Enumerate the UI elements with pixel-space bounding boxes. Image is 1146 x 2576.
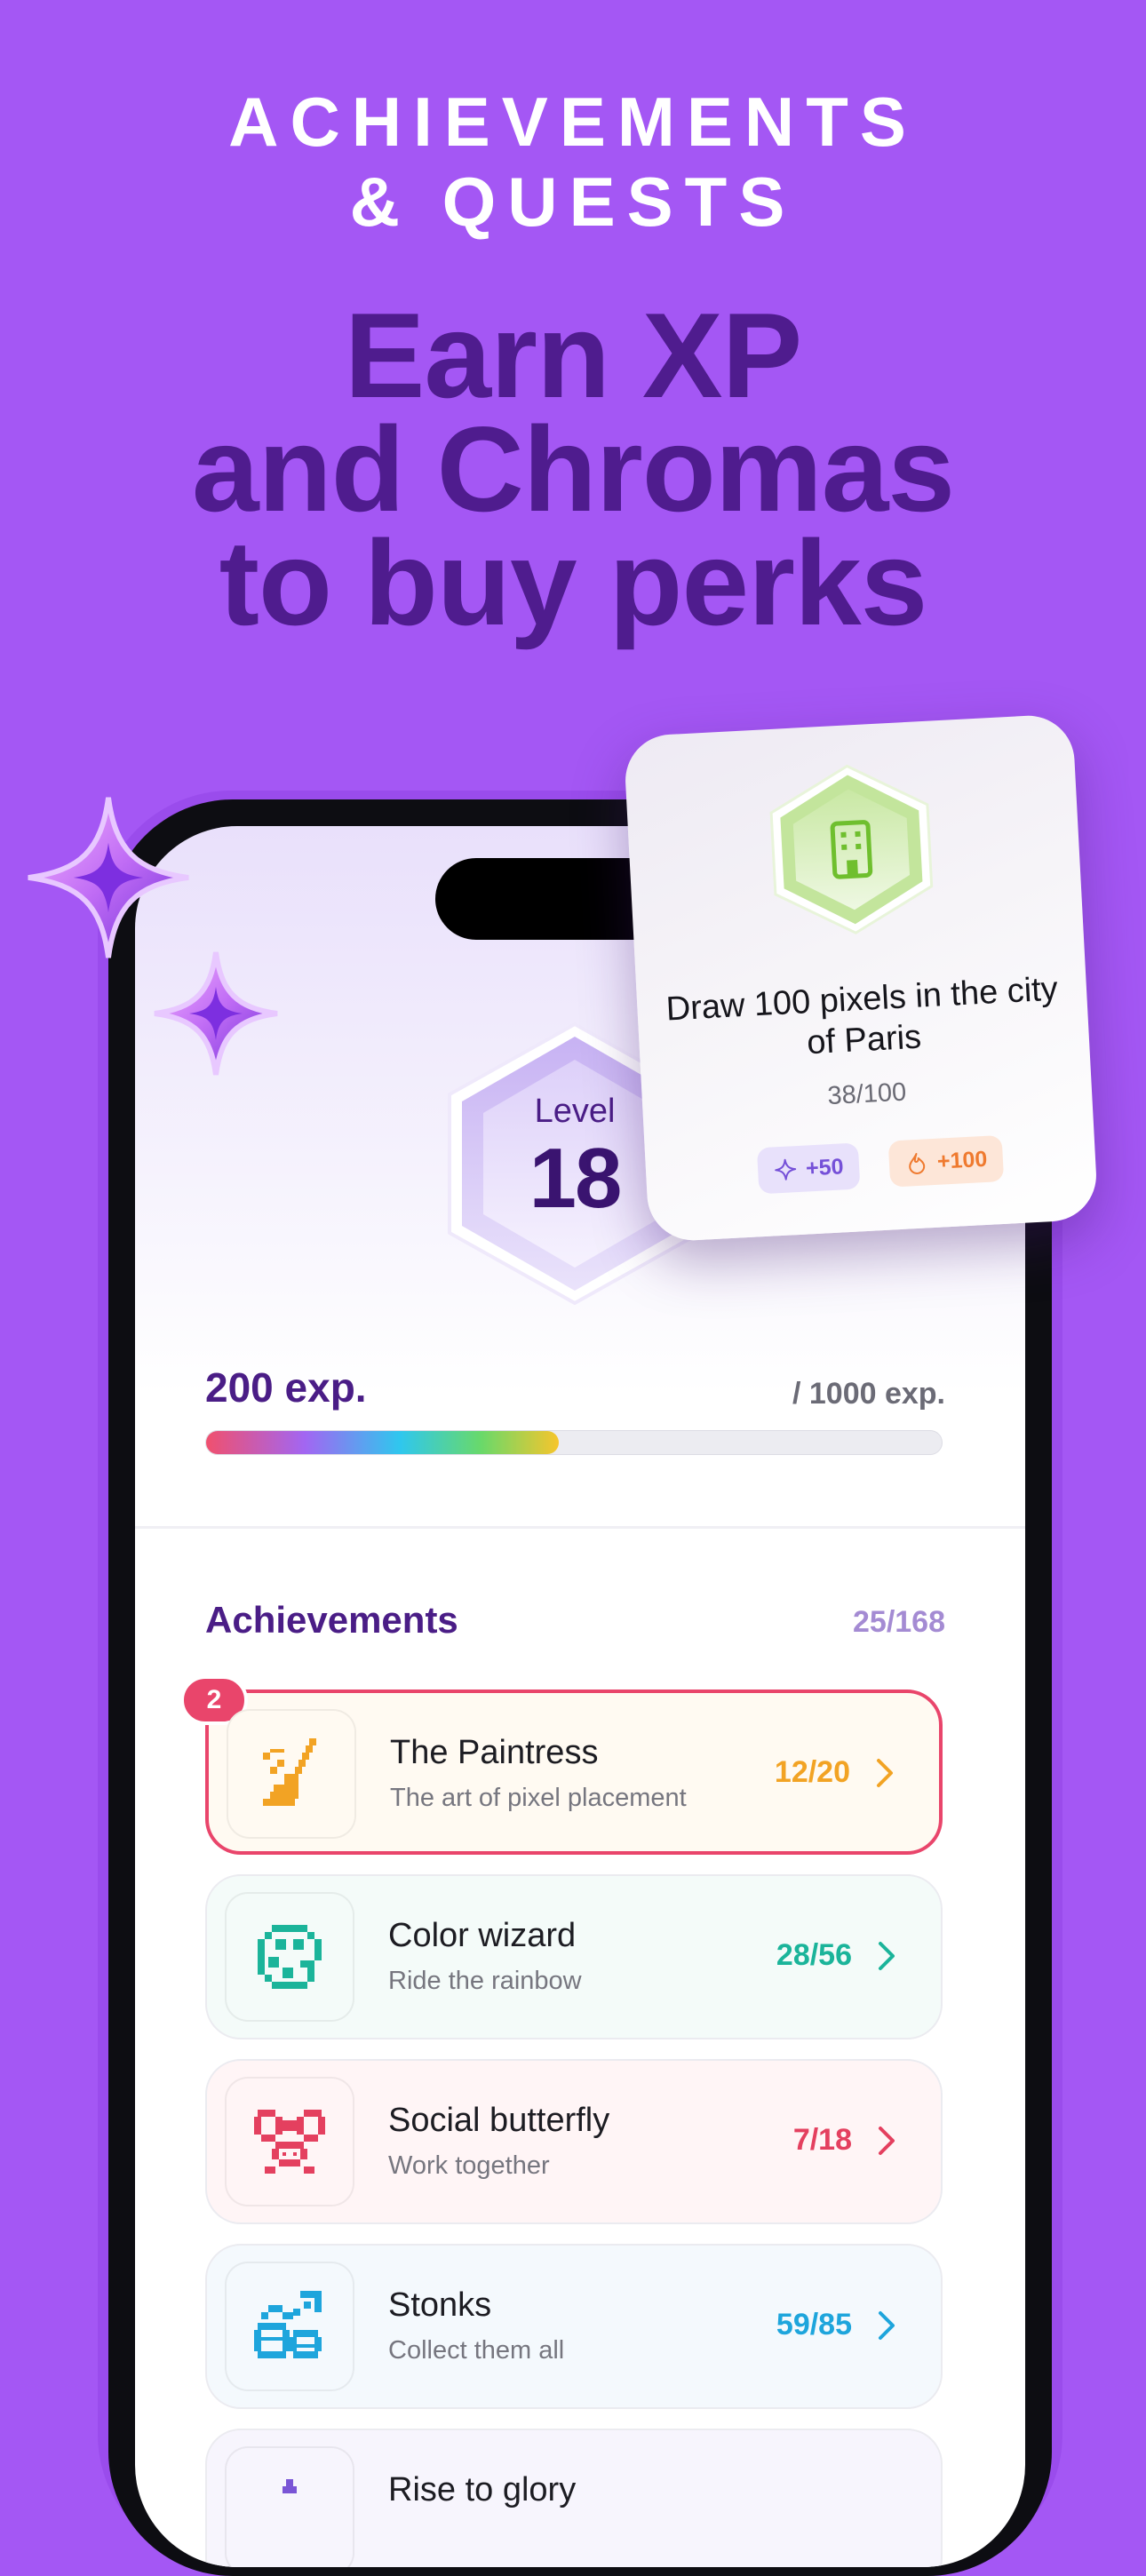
- headline-line-1: Earn XP: [344, 288, 803, 423]
- reward-chromas-value: +100: [936, 1146, 988, 1174]
- headline-line-2: and Chromas: [191, 402, 955, 537]
- sparkle-xp-icon: [775, 1158, 797, 1181]
- coins-chart-icon: [225, 2262, 354, 2391]
- building-hexagon-icon: [769, 764, 934, 934]
- achievement-card-the-paintress[interactable]: 2 The Paintress The art of pixel placeme…: [180, 1675, 943, 1855]
- exp-total: / 1000 exp.: [792, 1377, 945, 1411]
- card-title: Color wizard: [388, 1917, 577, 1954]
- card-title: Stonks: [388, 2286, 492, 2324]
- trophy-icon: [225, 2446, 354, 2567]
- card-subtitle: The art of pixel placement: [390, 1784, 687, 1812]
- chevron-right-icon: [879, 2311, 895, 2340]
- chevron-right-icon: [879, 1942, 895, 1970]
- butterfly-icon: [225, 2077, 354, 2206]
- achievements-count: 25/168: [853, 1605, 945, 1639]
- reward-chromas-chip: +100: [887, 1134, 1005, 1188]
- exp-progress-bar: [205, 1430, 943, 1455]
- headline-line-3: to buy perks: [219, 515, 928, 650]
- card-subtitle: Work together: [388, 2151, 550, 2180]
- card-subtitle: Ride the rainbow: [388, 1967, 582, 1995]
- card-title: The Paintress: [390, 1734, 599, 1771]
- chroma-drop-icon: [909, 1153, 926, 1174]
- quest-card[interactable]: Draw 100 pixels in the city of Paris 38/…: [623, 713, 1099, 1243]
- quest-progress: 38/100: [826, 1077, 907, 1111]
- eyebrow-line-1: ACHIEVEMENTS: [228, 83, 918, 161]
- card-progress: 7/18: [792, 2123, 852, 2157]
- paintbrush-icon: [227, 1709, 356, 1839]
- card-progress: 12/20: [774, 1755, 850, 1789]
- achievement-card-stonks[interactable]: Stonks Collect them all 59/85: [205, 2244, 943, 2409]
- palette-icon: [225, 1892, 354, 2022]
- eyebrow-title: ACHIEVEMENTS & QUESTS: [0, 82, 1146, 242]
- achievement-card-social-butterfly[interactable]: Social butterfly Work together 7/18: [205, 2059, 943, 2224]
- reward-xp-chip: +50: [756, 1142, 861, 1195]
- exp-current: 200 exp.: [205, 1364, 367, 1411]
- exp-progress-fill: [206, 1431, 560, 1454]
- sparkle-small-icon: [154, 951, 278, 1076]
- card-subtitle: Collect them all: [388, 2336, 565, 2365]
- achievement-card-rise-to-glory[interactable]: Rise to glory: [205, 2429, 943, 2567]
- reward-xp-value: +50: [805, 1153, 845, 1181]
- card-title: Social butterfly: [388, 2102, 610, 2139]
- headline: Earn XP and Chromas to buy perks: [0, 288, 1146, 650]
- card-progress: 59/85: [776, 2308, 852, 2341]
- sparkle-icon: [28, 797, 189, 958]
- quest-title: Draw 100 pixels in the city of Paris: [665, 970, 1059, 1062]
- chevron-right-icon: [877, 1759, 893, 1787]
- card-title: Rise to glory: [388, 2471, 577, 2508]
- chevron-right-icon: [879, 2127, 895, 2155]
- achievement-card-color-wizard[interactable]: Color wizard Ride the rainbow 28/56: [205, 1874, 943, 2039]
- achievements-title: Achievements: [205, 1599, 458, 1641]
- card-progress: 28/56: [776, 1938, 852, 1972]
- section-divider: [135, 1526, 1025, 1529]
- eyebrow-line-2: & QUESTS: [349, 163, 797, 241]
